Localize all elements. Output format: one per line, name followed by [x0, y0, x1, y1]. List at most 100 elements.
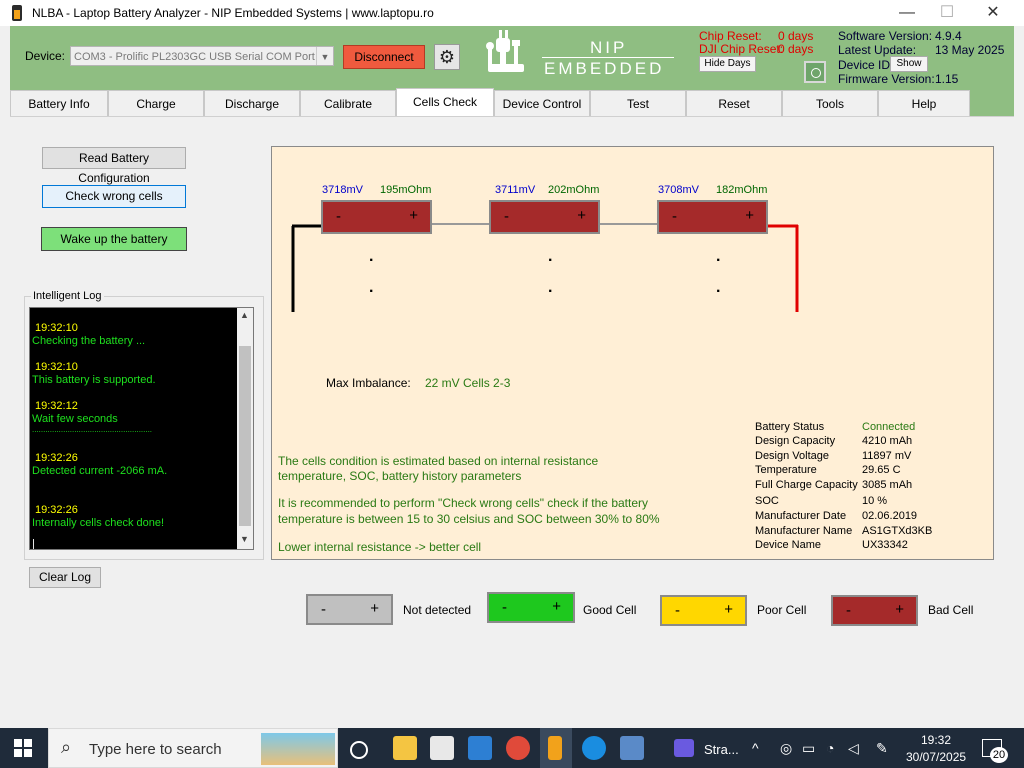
windows-start-icon[interactable] [14, 739, 32, 757]
clear-log-button[interactable]: Clear Log [29, 567, 101, 588]
stream-app-label[interactable]: Stra... [704, 742, 739, 757]
software-version-value: 4.9.4 [935, 29, 962, 43]
legend-not-detected-label: Not detected [403, 603, 472, 617]
battery-status-value: Connected [862, 421, 916, 433]
file-explorer-icon[interactable] [393, 736, 417, 760]
soc-value: 10 % [862, 495, 888, 507]
design-voltage-value: 11897 mV [862, 450, 912, 462]
note-line: The cells condition is estimated based o… [278, 454, 599, 468]
legend-poor-cell-swatch: - + [660, 595, 747, 626]
legend-bad-cell-swatch: - + [831, 595, 918, 626]
wifi-icon[interactable]: ◔ [826, 740, 834, 756]
cell-voltage: 3708mV [658, 184, 699, 196]
tab-device-control[interactable]: Device Control [494, 90, 590, 116]
disconnect-button[interactable]: Disconnect [343, 45, 425, 69]
search-placeholder: Type here to search [89, 741, 222, 758]
tab-charge[interactable]: Charge [108, 90, 204, 116]
log-message: Internally cells check done! [32, 517, 165, 529]
tab-calibrate[interactable]: Calibrate [300, 90, 396, 116]
tab-reset[interactable]: Reset [686, 90, 782, 116]
legend-bad-cell-label: Bad Cell [928, 603, 974, 617]
status-icon[interactable] [804, 61, 826, 83]
note-line: Lower internal resistance -> better cell [278, 540, 482, 554]
cell-plus: + [552, 598, 561, 615]
store-icon[interactable] [430, 736, 454, 760]
soc-label: SOC [755, 495, 779, 507]
cell-dot: . [369, 248, 374, 265]
edge-icon[interactable] [582, 736, 606, 760]
tab-cells-check[interactable]: Cells Check [396, 88, 494, 116]
notification-count: 20 [990, 747, 1008, 763]
full-charge-capacity-label: Full Charge Capacity [755, 479, 858, 491]
gear-icon[interactable]: ⚙ [434, 44, 460, 70]
manufacturer-date-value: 02.06.2019 [862, 510, 918, 522]
log-message: This battery is supported. [32, 374, 156, 386]
cell-plus: + [409, 207, 418, 224]
mail-icon[interactable] [468, 736, 492, 760]
cell-minus: - [672, 208, 677, 225]
pen-icon[interactable]: ✎ [876, 740, 888, 757]
log-time: 19:32:10 [35, 322, 78, 334]
hide-days-button[interactable]: Hide Days [699, 56, 756, 72]
maximize-button[interactable]: ☐ [924, 0, 970, 26]
chevron-down-icon[interactable]: ▼ [240, 534, 249, 544]
battery-app-icon [12, 5, 22, 21]
device-select[interactable]: COM3 - Prolific PL2303GC USB Serial COM … [70, 46, 334, 66]
cell-minus: - [502, 599, 507, 616]
chevron-up-icon[interactable]: ^ [752, 740, 759, 756]
tab-tools[interactable]: Tools [782, 90, 878, 116]
cell-resistance: 195mOhm [380, 184, 432, 196]
close-button[interactable]: ✕ [970, 0, 1016, 26]
cell-voltage: 3711mV [495, 184, 536, 196]
wake-up-button[interactable]: Wake up the battery [41, 227, 187, 251]
device-id-label: Device ID: [838, 58, 894, 72]
tab-test[interactable]: Test [590, 90, 686, 116]
chevron-down-icon: ▼ [316, 47, 333, 65]
chevron-up-icon[interactable]: ▲ [240, 310, 249, 320]
cell-minus: - [846, 602, 851, 619]
logo-divider [542, 57, 674, 58]
chrome-icon[interactable] [506, 736, 530, 760]
imbalance-label: Max Imbalance: [326, 376, 411, 390]
cell-dot: . [548, 279, 553, 296]
legend-not-detected-swatch: - + [306, 594, 393, 625]
tab-discharge[interactable]: Discharge [204, 90, 300, 116]
tab-battery-info[interactable]: Battery Info [10, 90, 108, 116]
read-config-button[interactable]: Read Battery Configuration [42, 147, 186, 185]
manufacturer-name-value: AS1GTXd3KB [862, 525, 933, 537]
firmware-version-label: Firmware Version: [838, 72, 935, 86]
logo-text-top: NIP [590, 38, 628, 57]
device-name-value: UX33342 [862, 539, 908, 551]
log-message: Checking the battery ... [32, 335, 146, 347]
log-scrollbar[interactable]: ▲ ▼ [237, 308, 253, 549]
tab-help[interactable]: Help [878, 90, 970, 116]
dji-reset-value: 0 days [778, 42, 814, 56]
full-charge-capacity-value: 3085 mAh [862, 479, 913, 491]
stream-app-icon[interactable] [674, 739, 694, 757]
cell-dot: . [716, 279, 721, 296]
log-box[interactable]: 19:32:10 Checking the battery ... 19:32:… [29, 307, 254, 550]
cell-plus: + [745, 207, 754, 224]
taskbar-search[interactable]: ⌕ Type here to search [48, 728, 338, 768]
log-message: Wait few seconds [32, 413, 118, 425]
location-icon[interactable]: ◎ [780, 740, 792, 757]
volume-icon[interactable]: ◁ [848, 740, 859, 757]
battery-icon[interactable]: ▭ [802, 740, 815, 757]
chip-reset-value: 0 days [778, 29, 814, 43]
scrollbar-thumb[interactable] [239, 346, 251, 526]
check-wrong-cells-button[interactable]: Check wrong cells [42, 185, 186, 208]
device-label: Device: [25, 49, 66, 63]
task-view-icon[interactable] [350, 741, 368, 759]
temperature-value: 29.65 C [862, 464, 901, 476]
device-select-value: COM3 - Prolific PL2303GC USB Serial COM … [74, 51, 334, 63]
cell-resistance: 182mOhm [716, 184, 768, 196]
cell-plus: + [895, 601, 904, 618]
legend-good-cell-swatch: - + [487, 592, 575, 623]
clock-date[interactable]: 30/07/2025 [906, 750, 966, 764]
cell-minus: - [675, 602, 680, 619]
cell-1: - + [321, 200, 432, 234]
battery-app-taskbar-icon[interactable] [548, 736, 562, 760]
clock-time[interactable]: 19:32 [921, 733, 951, 747]
show-device-id-button[interactable]: Show [890, 56, 928, 72]
remote-desktop-icon[interactable] [620, 736, 644, 760]
